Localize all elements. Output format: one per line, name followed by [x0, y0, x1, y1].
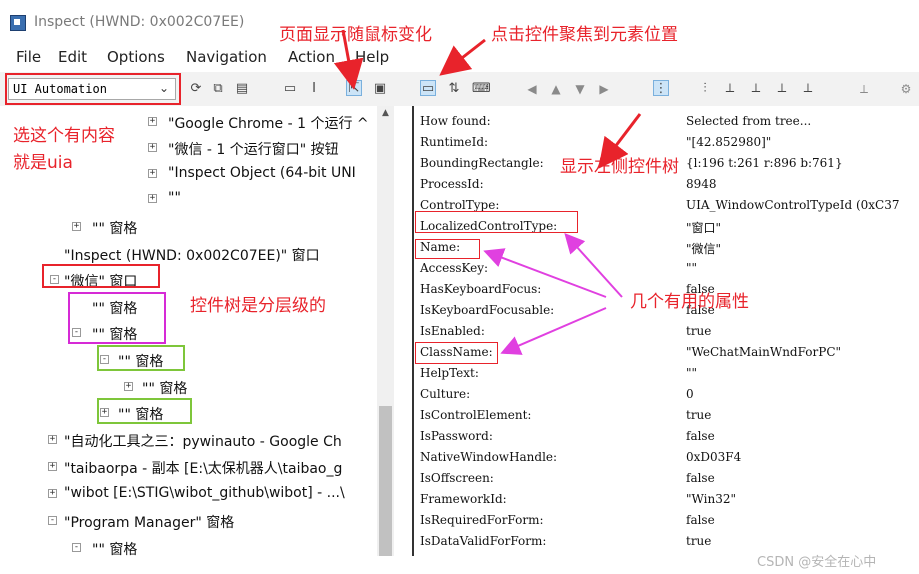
annotation-select-uia-2: 就是uia: [13, 153, 73, 173]
annotation-arrows: [333, 29, 642, 355]
annotation-show-tree-control: 显示左侧控件树: [560, 157, 679, 177]
annotation-page-follows-mouse: 页面显示随鼠标变化: [279, 25, 432, 45]
annotation-tree-hierarchical: 控件树是分层级的: [190, 296, 326, 316]
annotation-select-uia-1: 选这个有内容: [13, 126, 115, 146]
arrow-click-focus: [439, 38, 486, 76]
watermark: CSDN @安全在心中: [757, 555, 877, 570]
arrow-useful-prop-3: [500, 307, 607, 355]
arrow-useful-prop-1: [564, 233, 623, 298]
annotation-click-focus: 点击控件聚焦到元素位置: [491, 25, 678, 45]
annotation-useful-properties: 几个有用的属性: [630, 292, 749, 312]
